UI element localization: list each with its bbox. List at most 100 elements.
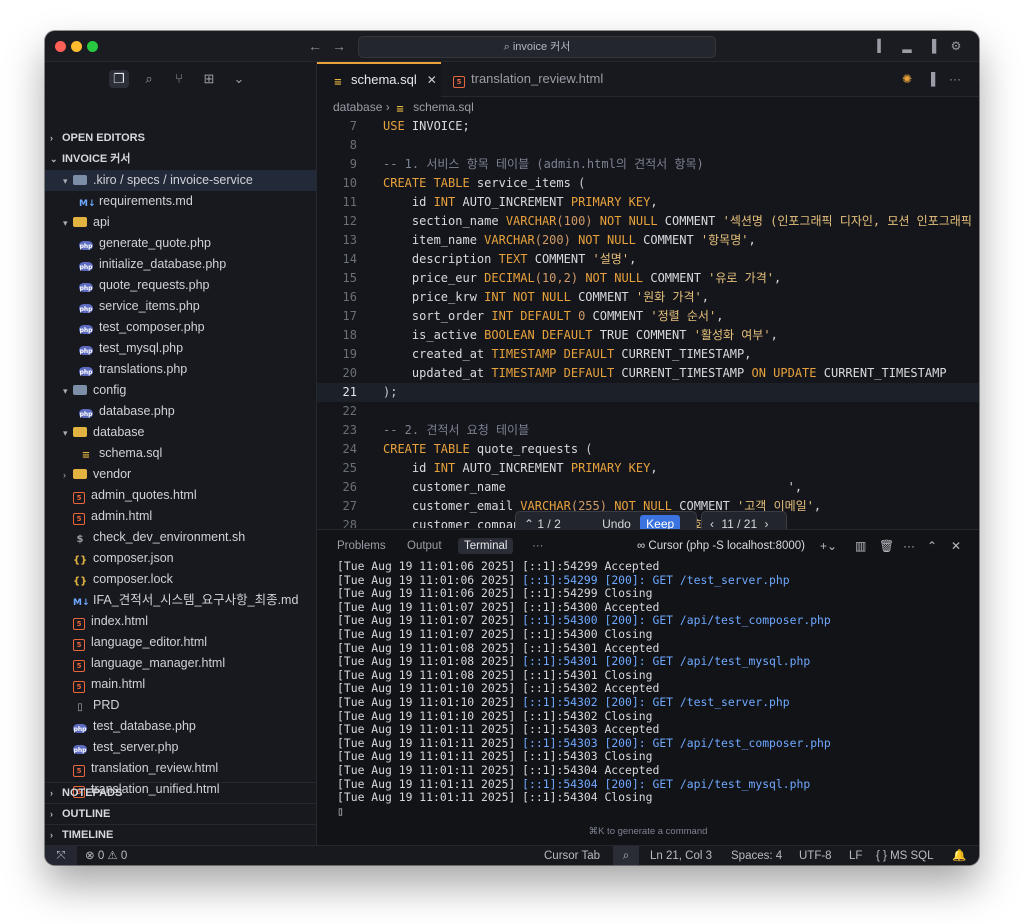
- split-terminal-icon[interactable]: ▥: [855, 538, 866, 554]
- tree-item[interactable]: 5 main.html: [45, 674, 316, 695]
- tree-item[interactable]: M↓ requirements.md: [45, 191, 316, 212]
- line-number: 13: [342, 233, 357, 247]
- tree-item[interactable]: {} composer.lock: [45, 569, 316, 590]
- code-token: ,: [748, 233, 756, 247]
- workspace-section[interactable]: ⌄ INVOICE 커서: [45, 149, 316, 169]
- breadcrumb-folder[interactable]: database: [333, 100, 382, 114]
- tree-item[interactable]: M↓ IFA_견적서_시스템_요구사항_최종.md: [45, 590, 316, 611]
- split-editor-icon[interactable]: ▐: [923, 71, 939, 87]
- tab-terminal[interactable]: Terminal: [458, 538, 514, 554]
- tree-item[interactable]: › vendor: [45, 464, 316, 485]
- tree-item[interactable]: php translations.php: [45, 359, 316, 380]
- settings-gear-icon[interactable]: ⚙: [948, 38, 964, 54]
- line-number: 24: [342, 442, 357, 456]
- json-file-icon: {}: [73, 576, 88, 587]
- tab-schema-sql[interactable]: ≡ schema.sql ✕: [317, 62, 441, 97]
- tab-problems[interactable]: Problems: [331, 538, 392, 554]
- tree-item[interactable]: ▾ .kiro / specs / invoice-service: [45, 170, 316, 191]
- code-token: ,: [650, 195, 658, 209]
- terminal-selector[interactable]: ∞ Cursor (php -S localhost:8000): [637, 538, 805, 554]
- problems-indicator[interactable]: ⊗ 0 ⚠ 0: [85, 846, 127, 865]
- tree-item[interactable]: ≡ schema.sql: [45, 443, 316, 464]
- cursor-agent-icon[interactable]: ✺: [899, 71, 915, 87]
- tree-item-label: schema.sql: [99, 446, 163, 460]
- zoom-icon[interactable]: ⌕: [613, 846, 639, 865]
- source-control-icon[interactable]: ⑂: [169, 70, 189, 88]
- tree-item[interactable]: ▾ api: [45, 212, 316, 233]
- markdown-file-icon: M↓: [79, 199, 96, 209]
- tree-item[interactable]: ▾ database: [45, 422, 316, 443]
- chevron-down-icon: ⌄: [50, 154, 58, 164]
- search-icon[interactable]: ⌕: [139, 70, 159, 88]
- tree-item-label: .kiro / specs / invoice-service: [93, 173, 253, 187]
- code-view[interactable]: 7 USE INVOICE; 8 9 -- 1. 서비스 항목 테이블 (admin.h…: [317, 117, 979, 528]
- tree-item[interactable]: ▾ config: [45, 380, 316, 401]
- tree-item[interactable]: php service_items.php: [45, 296, 316, 317]
- eol-status[interactable]: LF: [849, 846, 862, 865]
- back-arrow-icon[interactable]: ←: [306, 37, 324, 55]
- tree-item-label: api: [93, 215, 110, 229]
- tree-item[interactable]: php initialize_database.php: [45, 254, 316, 275]
- tree-item[interactable]: {} composer.json: [45, 548, 316, 569]
- toggle-secondary-sidebar-icon[interactable]: ▐: [924, 38, 940, 54]
- toggle-primary-sidebar-icon[interactable]: ▍: [874, 38, 890, 54]
- trash-icon[interactable]: 🗑: [879, 538, 894, 554]
- remote-indicator-icon[interactable]: ⤧: [45, 846, 77, 865]
- chevron-down-icon: ▾: [63, 386, 68, 396]
- command-search-box[interactable]: ⌕ invoice 커서: [358, 36, 716, 58]
- tree-item[interactable]: 5 language_manager.html: [45, 653, 316, 674]
- outline-section[interactable]: › OUTLINE: [45, 803, 316, 825]
- tree-item[interactable]: php test_database.php: [45, 716, 316, 737]
- tree-item-label: database.php: [99, 404, 175, 418]
- tab-output[interactable]: Output: [401, 538, 448, 554]
- more-actions-icon[interactable]: ···: [947, 71, 963, 87]
- zoom-window-button[interactable]: [87, 41, 98, 52]
- chevron-down-icon[interactable]: ⌄: [229, 70, 249, 88]
- close-tab-icon[interactable]: ✕: [427, 73, 437, 87]
- explorer-files-icon[interactable]: ❐: [109, 70, 129, 88]
- more-actions-icon[interactable]: ···: [903, 538, 915, 554]
- tree-item[interactable]: php test_composer.php: [45, 317, 316, 338]
- code-token: COMMENT: [643, 271, 709, 285]
- tree-item[interactable]: 5 translation_review.html: [45, 758, 316, 779]
- code-line: 9 -- 1. 서비스 항목 테이블 (admin.html의 견적서 항목): [317, 155, 979, 174]
- tree-item[interactable]: php test_server.php: [45, 737, 316, 758]
- tab-translation-review[interactable]: 5 translation_review.html: [439, 62, 633, 96]
- html-file-icon: 5: [73, 639, 85, 651]
- tree-item[interactable]: 5 language_editor.html: [45, 632, 316, 653]
- tree-item[interactable]: 5 index.html: [45, 611, 316, 632]
- tree-item[interactable]: ▯ PRD: [45, 695, 316, 716]
- line-number: 16: [342, 290, 357, 304]
- close-window-button[interactable]: [55, 41, 66, 52]
- indentation-status[interactable]: Spaces: 4: [731, 846, 782, 865]
- extensions-icon[interactable]: ⊞: [199, 70, 219, 88]
- new-terminal-icon[interactable]: +⌄: [820, 538, 837, 554]
- terminal-output[interactable]: [Tue Aug 19 11:01:06 2025] [::1]:54299 A…: [337, 559, 977, 818]
- minimize-window-button[interactable]: [71, 41, 82, 52]
- close-panel-icon[interactable]: ✕: [951, 538, 961, 554]
- php-file-icon: php: [79, 325, 93, 334]
- panel-more-tabs[interactable]: ···: [526, 538, 550, 554]
- toggle-panel-icon[interactable]: ▂: [899, 38, 915, 54]
- encoding-status[interactable]: UTF-8: [799, 846, 832, 865]
- tree-item[interactable]: 5 admin_quotes.html: [45, 485, 316, 506]
- code-token: customer_company: [383, 518, 535, 528]
- tree-item[interactable]: php generate_quote.php: [45, 233, 316, 254]
- timeline-section[interactable]: › TIMELINE: [45, 824, 316, 846]
- cursor-tab-status[interactable]: Cursor Tab: [544, 846, 600, 865]
- code-line: 20 updated_at TIMESTAMP DEFAULT CURRENT_…: [317, 364, 979, 383]
- notepads-section[interactable]: › NOTEPADS: [45, 782, 316, 804]
- language-mode[interactable]: { } MS SQL: [876, 846, 934, 865]
- maximize-panel-icon[interactable]: ⌃: [927, 538, 937, 554]
- open-editors-section[interactable]: › OPEN EDITORS: [45, 128, 316, 148]
- tree-item[interactable]: $ check_dev_environment.sh: [45, 527, 316, 548]
- forward-arrow-icon[interactable]: →: [330, 37, 348, 55]
- tree-item[interactable]: php quote_requests.php: [45, 275, 316, 296]
- tree-item[interactable]: 5 admin.html: [45, 506, 316, 527]
- notifications-bell-icon[interactable]: 🔔: [952, 846, 966, 865]
- cursor-position[interactable]: Ln 21, Col 3: [650, 846, 712, 865]
- code-token: TRUE COMMENT: [592, 328, 694, 342]
- tree-item[interactable]: php database.php: [45, 401, 316, 422]
- breadcrumb-file[interactable]: schema.sql: [413, 100, 474, 114]
- tree-item[interactable]: php test_mysql.php: [45, 338, 316, 359]
